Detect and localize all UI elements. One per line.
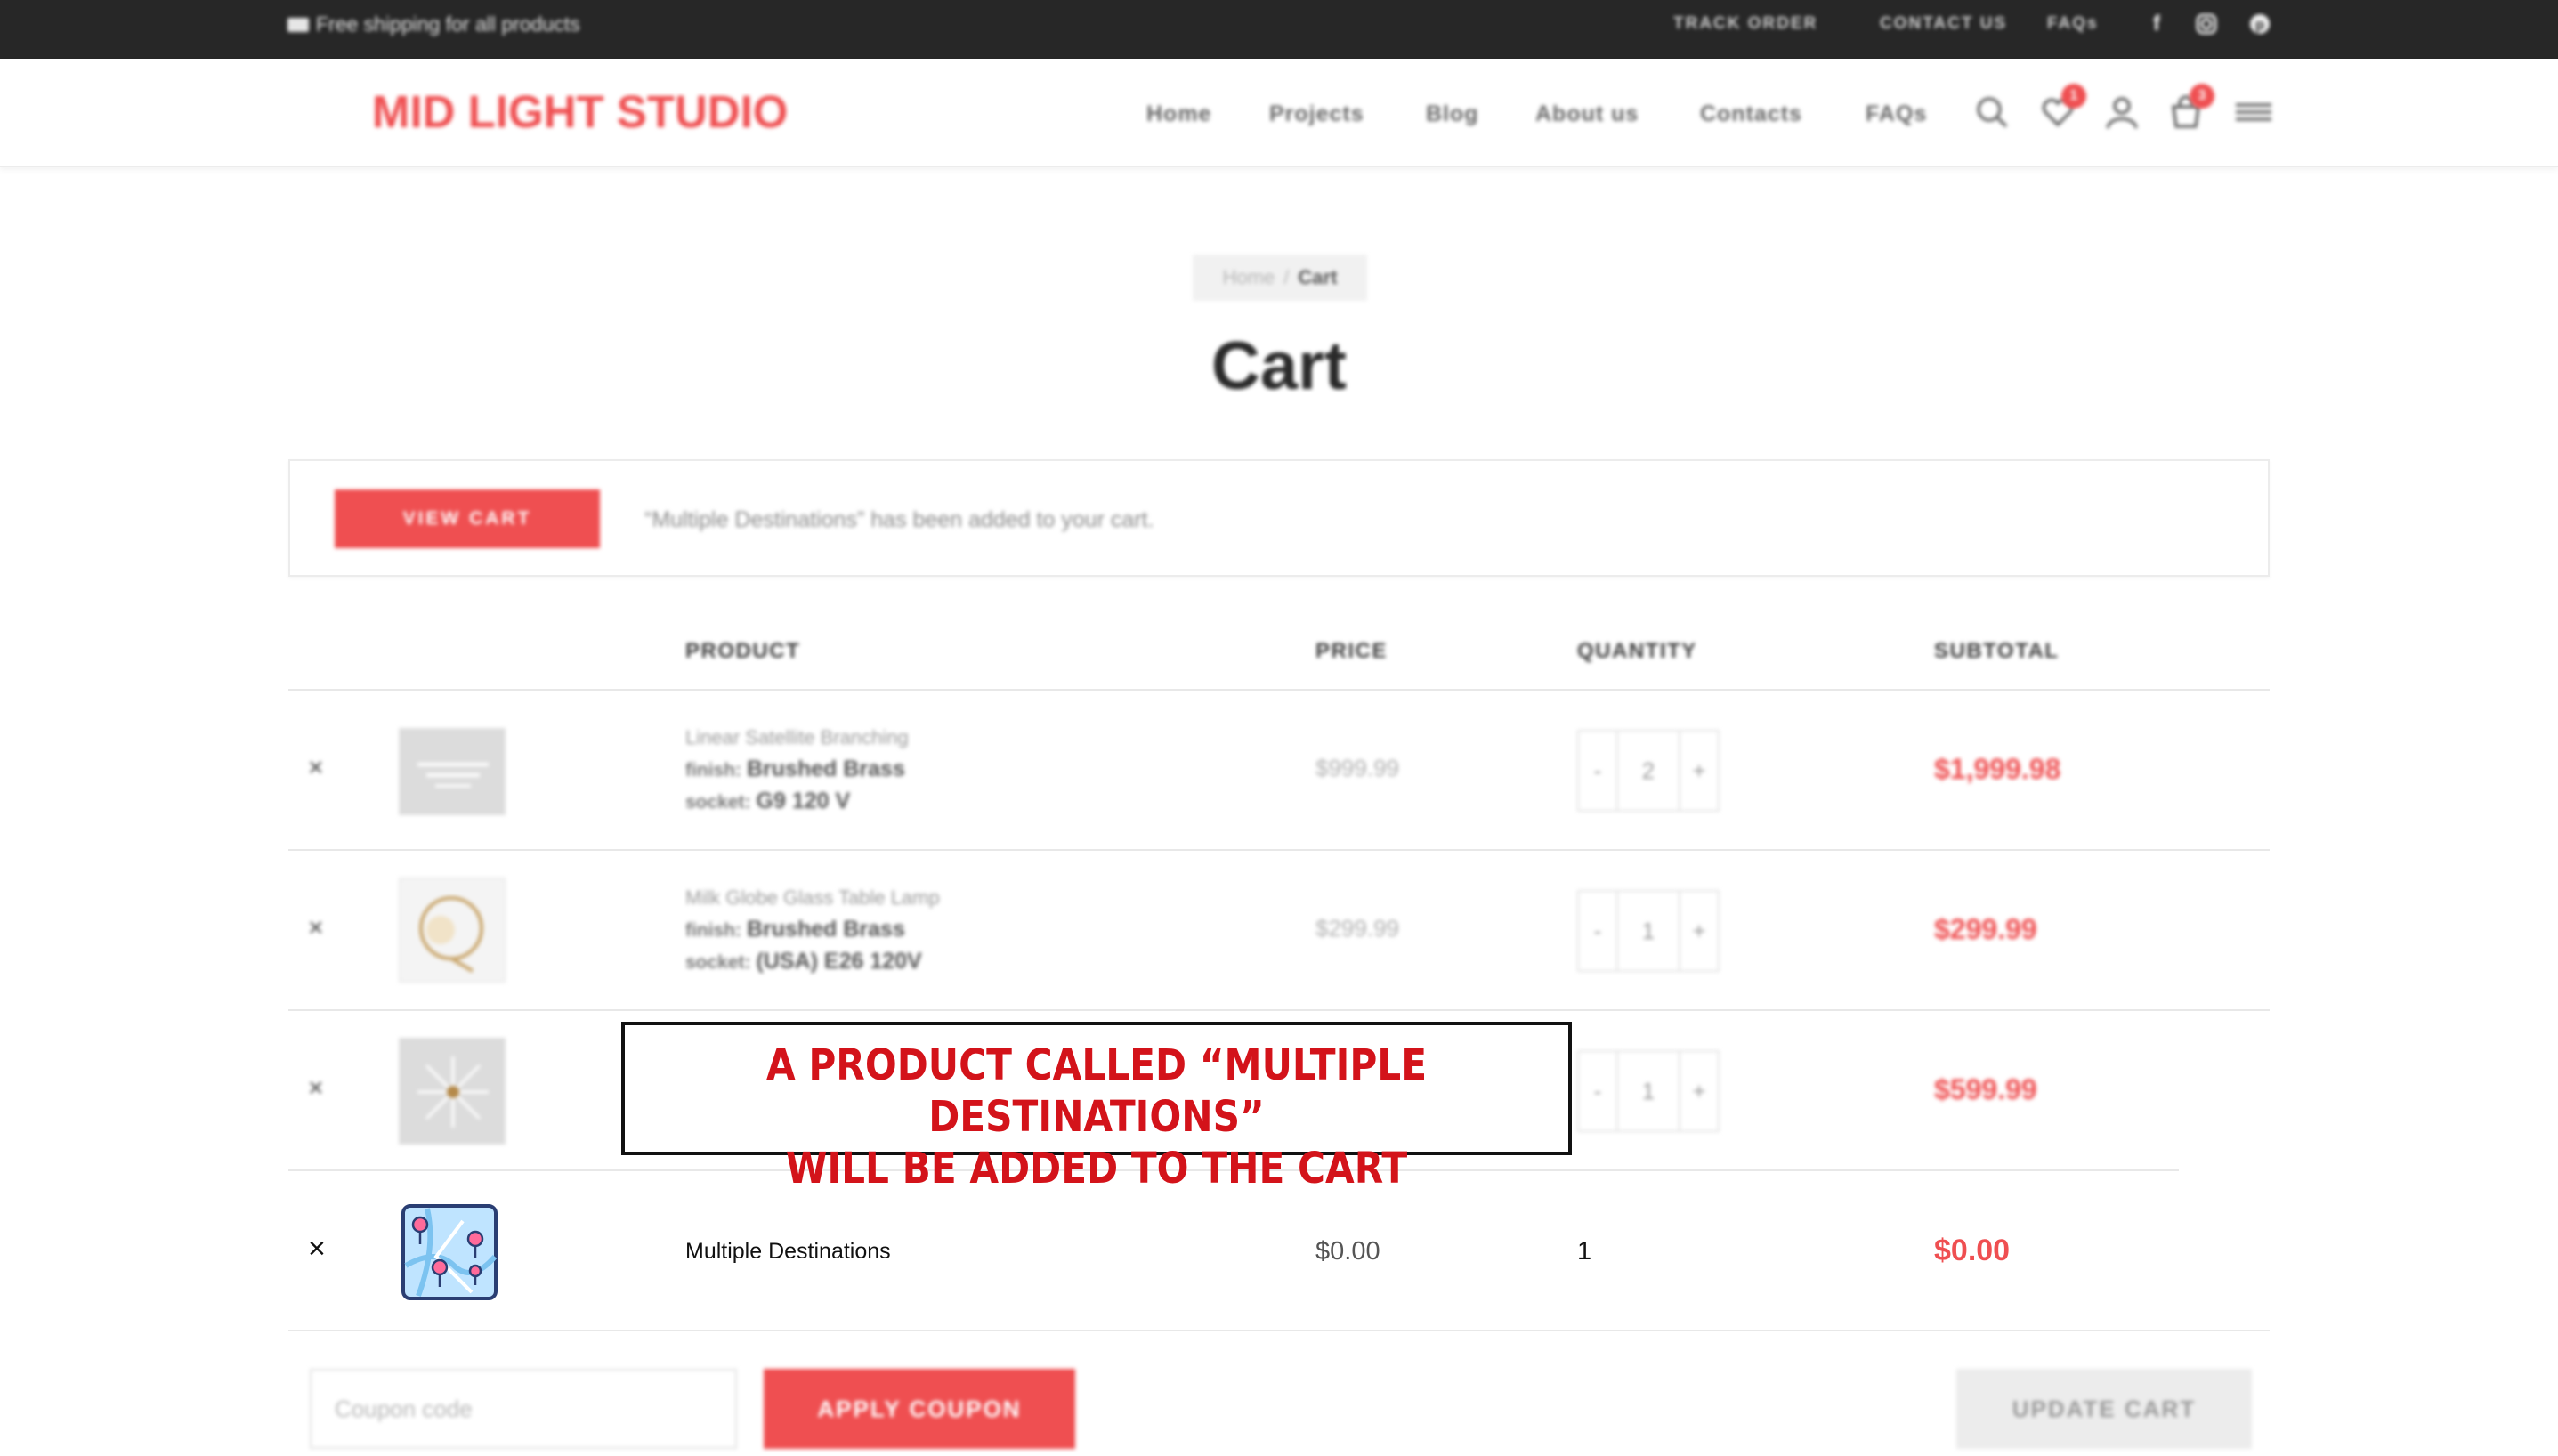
table-row: × Milk Globe Glass Table Lamp finish: Bru… <box>0 851 2558 1011</box>
site-logo[interactable]: MID LIGHT STUDIO <box>372 85 788 138</box>
quantity-decrease-button[interactable]: - <box>1577 730 1618 812</box>
instagram-icon[interactable] <box>2195 12 2218 36</box>
faqs-link[interactable]: FAQs <box>2047 14 2099 34</box>
svg-text:p: p <box>2255 18 2264 33</box>
annotation-callout: A PRODUCT CALLED “MULTIPLE DESTINATIONS”… <box>621 1022 1572 1193</box>
breadcrumb-separator: / <box>1283 266 1290 288</box>
breadcrumb-home[interactable]: Home <box>1223 266 1275 289</box>
track-order-label: TRACK ORDER <box>1673 14 1818 33</box>
remove-item-button[interactable]: × <box>308 753 324 783</box>
quantity-input[interactable]: 2 <box>1618 730 1679 812</box>
finish-label: finish: <box>685 760 741 781</box>
product-finish: finish: Brushed Brass <box>685 917 905 942</box>
site-header: MID LIGHT STUDIO Home Projects Blog Abou… <box>0 59 2558 167</box>
product-subtotal: $1,999.98 <box>1934 753 2061 785</box>
product-subtotal: $0.00 <box>1934 1234 2011 1267</box>
apply-coupon-button[interactable]: APPLY COUPON <box>764 1369 1075 1449</box>
column-header-subtotal: SUBTOTAL <box>1934 639 2060 663</box>
finish-label: finish: <box>685 920 741 941</box>
quantity-decrease-button[interactable]: - <box>1577 890 1618 972</box>
contact-us-link[interactable]: CONTACT US <box>1880 14 2007 34</box>
top-bar: Free shipping for all products TRACK ORD… <box>0 0 2558 59</box>
product-finish: finish: Brushed Brass <box>685 756 905 782</box>
nav-home[interactable]: Home <box>1146 101 1211 127</box>
column-header-quantity: QUANTITY <box>1577 639 1697 663</box>
page-title: Cart <box>1210 328 1348 404</box>
quantity-stepper: - 2 + <box>1577 730 1720 812</box>
nav-contacts[interactable]: Contacts <box>1700 101 1802 127</box>
nav-blog[interactable]: Blog <box>1426 101 1479 127</box>
product-price: $999.99 <box>1315 755 1399 781</box>
view-cart-button[interactable]: VIEW CART <box>335 489 600 548</box>
product-thumbnail[interactable] <box>399 1038 506 1145</box>
product-name-link[interactable]: Linear Satellite Branching <box>685 726 909 749</box>
update-cart-button[interactable]: UPDATE CART <box>1956 1369 2252 1449</box>
breadcrumb-current: Cart <box>1298 266 1338 288</box>
quantity-stepper: - 1 + <box>1577 890 1720 972</box>
pinterest-icon[interactable]: p <box>2248 12 2271 36</box>
shipping-promo-text: Free shipping for all products <box>316 12 580 36</box>
remove-item-button[interactable]: × <box>308 1073 324 1104</box>
table-row: × Linear Satellite Branching finish: Brus… <box>0 691 2558 851</box>
product-price: $299.99 <box>1315 915 1399 942</box>
product-subtotal: $599.99 <box>1934 1073 2037 1105</box>
coupon-code-input[interactable] <box>310 1369 737 1449</box>
column-header-price: PRICE <box>1315 639 1388 663</box>
added-to-cart-message: “Multiple Destinations” has been added t… <box>644 507 1154 532</box>
cart-count-badge: 3 <box>2190 84 2214 109</box>
callout-line-1: A PRODUCT CALLED “MULTIPLE DESTINATIONS” <box>765 1040 1428 1142</box>
quantity-decrease-button[interactable]: - <box>1577 1050 1618 1132</box>
shipping-promo: Free shipping for all products <box>287 12 580 36</box>
socket-value: G9 120 V <box>756 789 851 813</box>
account-icon[interactable] <box>2102 93 2141 132</box>
socket-label: socket: <box>685 952 751 973</box>
quantity-increase-button[interactable]: + <box>1679 890 1720 972</box>
quantity-increase-button[interactable]: + <box>1679 1050 1720 1132</box>
menu-icon[interactable] <box>2234 93 2273 132</box>
product-subtotal: $299.99 <box>1934 913 2037 945</box>
product-price: $0.00 <box>1315 1237 1380 1266</box>
wishlist-count-badge: 1 <box>2061 84 2086 109</box>
track-order-link[interactable]: TRACK ORDER <box>1673 14 1817 34</box>
table-row: × Multiple Destinations $0.00 1 $0.00 <box>0 1171 2558 1331</box>
quantity-input[interactable]: 1 <box>1618 1050 1679 1132</box>
finish-value: Brushed Brass <box>747 917 905 942</box>
product-thumbnail[interactable] <box>399 728 506 815</box>
truck-icon <box>287 17 309 32</box>
finish-value: Brushed Brass <box>747 756 905 781</box>
product-socket: socket: (USA) E26 120V <box>685 949 922 975</box>
product-name-link[interactable]: Milk Globe Glass Table Lamp <box>685 886 940 910</box>
nav-projects[interactable]: Projects <box>1269 101 1364 127</box>
nav-about-us[interactable]: About us <box>1535 101 1639 127</box>
map-pins-icon[interactable] <box>401 1203 498 1301</box>
quantity-stepper: - 1 + <box>1577 1050 1720 1132</box>
cart-notice: VIEW CART “Multiple Destinations” has be… <box>288 459 2270 577</box>
search-icon[interactable] <box>1972 93 2012 132</box>
product-thumbnail[interactable] <box>399 878 506 983</box>
product-name-link[interactable]: Multiple Destinations <box>685 1239 891 1265</box>
facebook-icon[interactable]: f <box>2145 12 2168 36</box>
socket-label: socket: <box>685 792 751 813</box>
quantity-value: 1 <box>1577 1237 1592 1266</box>
socket-value: (USA) E26 120V <box>756 949 922 974</box>
quantity-increase-button[interactable]: + <box>1679 730 1720 812</box>
nav-faqs[interactable]: FAQs <box>1866 101 1927 127</box>
column-header-product: PRODUCT <box>685 639 801 663</box>
callout-line-2: WILL BE ADDED TO THE CART <box>785 1144 1408 1193</box>
remove-item-button[interactable]: × <box>308 1232 326 1266</box>
quantity-input[interactable]: 1 <box>1618 890 1679 972</box>
remove-item-button[interactable]: × <box>308 913 324 943</box>
breadcrumb: Home / Cart <box>1193 255 1367 301</box>
product-socket: socket: G9 120 V <box>685 789 850 814</box>
table-divider <box>288 1330 2270 1331</box>
